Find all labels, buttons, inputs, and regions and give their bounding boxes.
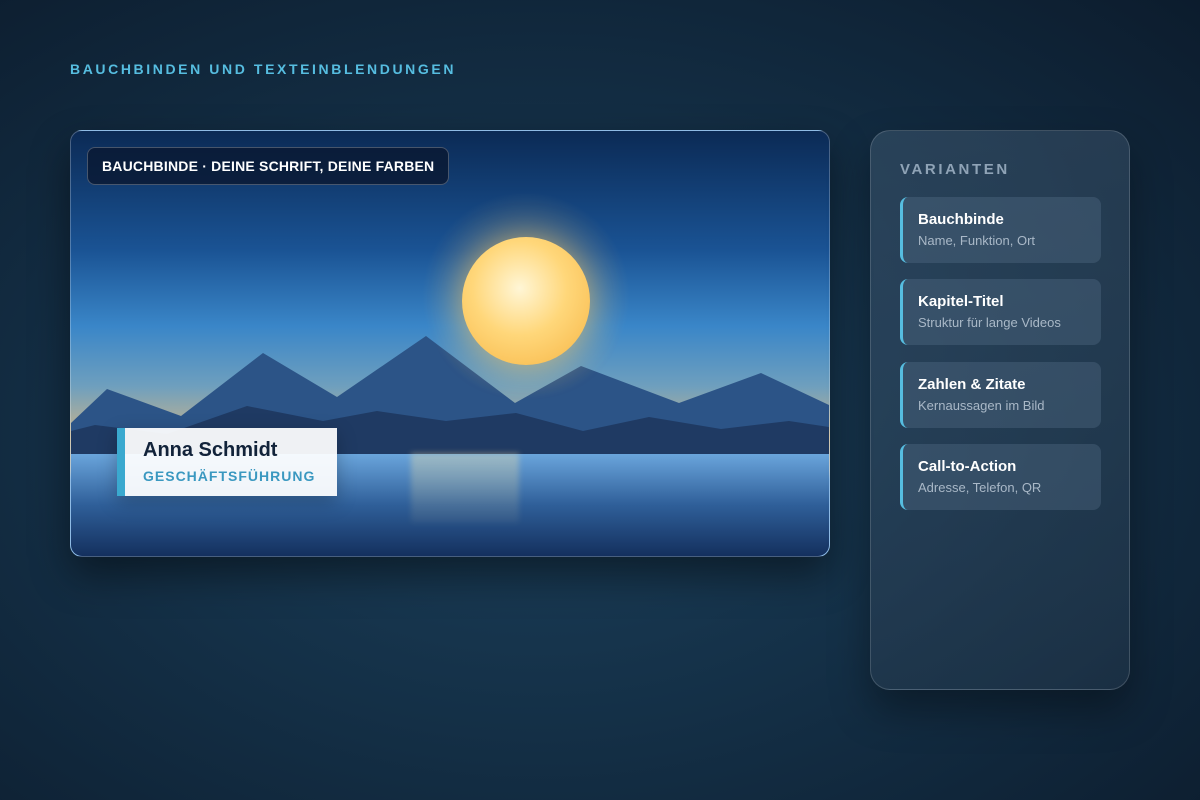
lower-third-role: GESCHÄFTSFÜHRUNG <box>143 468 316 484</box>
lower-third-accent-bar <box>117 428 125 496</box>
variants-panel-title: VARIANTEN <box>900 161 1010 178</box>
variant-title: Call-to-Action <box>918 458 1017 475</box>
variant-subtitle: Struktur für lange Videos <box>918 315 1061 330</box>
variant-kapitel-titel[interactable]: Kapitel-Titel Struktur für lange Videos <box>900 279 1101 345</box>
variants-panel: VARIANTEN Bauchbinde Name, Funktion, Ort… <box>870 130 1130 690</box>
variant-title: Bauchbinde <box>918 211 1004 228</box>
variant-subtitle: Kernaussagen im Bild <box>918 398 1045 413</box>
sun <box>462 237 590 365</box>
page-heading: BAUCHBINDEN UND TEXTEINBLENDUNGEN <box>70 61 457 77</box>
preview-badge: BAUCHBINDE · DEINE SCHRIFT, DEINE FARBEN <box>87 147 450 185</box>
variant-zahlen-zitate[interactable]: Zahlen & Zitate Kernaussagen im Bild <box>900 362 1101 428</box>
variant-title: Zahlen & Zitate <box>918 376 1026 393</box>
sun-reflection <box>411 453 519 523</box>
lower-third-name: Anna Schmidt <box>143 439 278 461</box>
lower-third-overlay: Anna Schmidt GESCHÄFTSFÜHRUNG <box>117 428 337 496</box>
variant-bauchbinde[interactable]: Bauchbinde Name, Funktion, Ort <box>900 197 1101 263</box>
video-preview: BAUCHBINDE · DEINE SCHRIFT, DEINE FARBEN… <box>70 130 830 557</box>
variant-subtitle: Adresse, Telefon, QR <box>918 480 1042 495</box>
variant-subtitle: Name, Funktion, Ort <box>918 233 1036 248</box>
variant-call-to-action[interactable]: Call-to-Action Adresse, Telefon, QR <box>900 444 1101 510</box>
variant-title: Kapitel-Titel <box>918 293 1004 310</box>
